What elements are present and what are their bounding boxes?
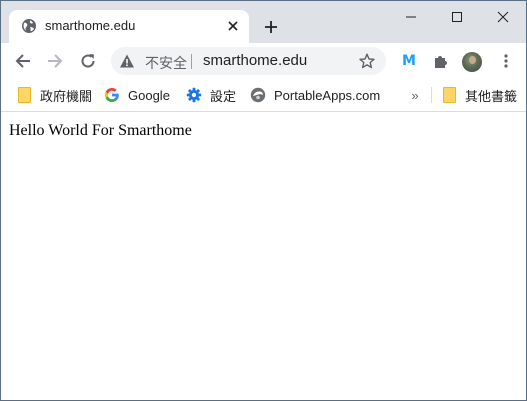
gear-icon — [186, 87, 202, 103]
avatar[interactable] — [462, 52, 482, 72]
toolbar: 不安全 smarthome.edu M — [1, 43, 526, 79]
m-extension-icon[interactable]: M — [397, 49, 421, 73]
new-tab-button[interactable] — [260, 16, 282, 38]
google-icon — [104, 87, 120, 103]
portableapps-icon — [250, 87, 266, 103]
divider — [431, 87, 432, 103]
close-window-button[interactable] — [480, 1, 526, 33]
bookmark-label: Google — [128, 87, 170, 103]
maximize-button[interactable] — [434, 1, 480, 33]
url-text[interactable]: smarthome.edu — [203, 52, 307, 69]
bookmark-item[interactable]: 設定 — [186, 86, 236, 104]
tab-active[interactable]: smarthome.edu — [9, 10, 249, 43]
bookmark-item[interactable]: 政府機關 — [16, 86, 92, 104]
bookmark-item[interactable]: PortableApps.com — [250, 86, 380, 104]
bookmark-label: 政府機關 — [40, 88, 93, 104]
tab-title: smarthome.edu — [45, 18, 136, 33]
bookmark-label: 其他書籤 — [465, 88, 518, 104]
folder-icon — [16, 87, 32, 103]
bookmark-item[interactable]: Google — [104, 86, 170, 104]
kebab-menu-icon[interactable] — [494, 49, 518, 73]
tab-close-icon[interactable] — [225, 18, 241, 34]
page-text: Hello World For Smarthome — [9, 122, 192, 139]
puzzle-icon[interactable] — [429, 49, 453, 73]
divider — [191, 54, 192, 69]
star-icon[interactable] — [359, 53, 375, 69]
globe-icon — [21, 18, 37, 34]
bookmarks-bar: 政府機關 Google 設定 PortableApps.com » 其他書籤 — [1, 79, 526, 112]
security-label[interactable]: 不安全 — [145, 53, 187, 73]
warning-icon[interactable] — [119, 53, 135, 69]
browser-window: smarthome.edu 不安全 smarthome.edu M 政府機關 G… — [0, 0, 527, 401]
minimize-button[interactable] — [388, 1, 434, 33]
bookmark-label: 設定 — [210, 88, 237, 104]
title-bar: smarthome.edu — [1, 1, 526, 43]
bookmark-other[interactable]: 其他書籤 — [441, 86, 517, 104]
forward-button[interactable] — [43, 49, 67, 73]
bookmark-label: PortableApps.com — [274, 87, 381, 103]
page-content: Hello World For Smarthome — [1, 112, 526, 400]
address-bar[interactable]: 不安全 smarthome.edu — [111, 47, 386, 75]
folder-icon — [441, 87, 457, 103]
chevron-double-right-icon[interactable]: » — [407, 87, 423, 103]
back-button[interactable] — [11, 49, 35, 73]
reload-button[interactable] — [76, 49, 100, 73]
